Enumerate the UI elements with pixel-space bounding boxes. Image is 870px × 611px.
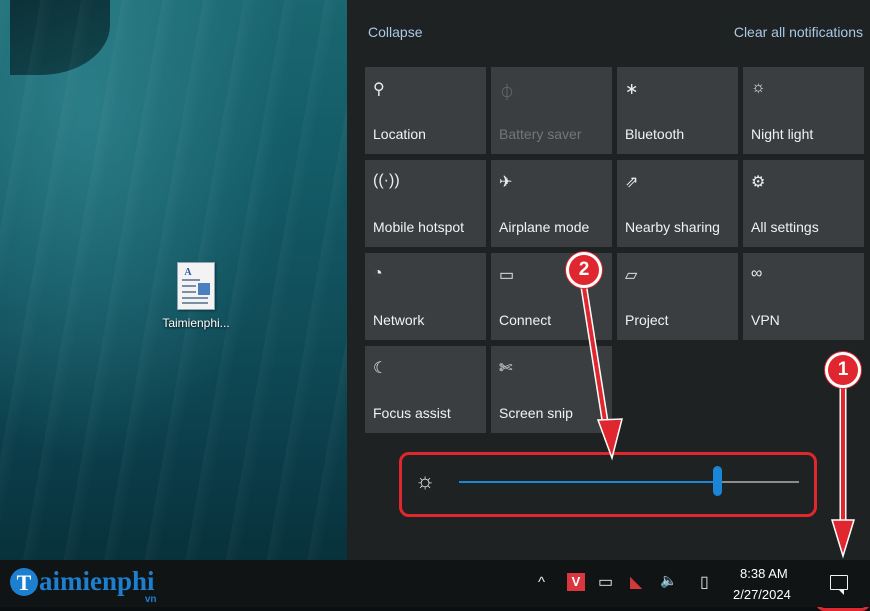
- tile-screen-snip[interactable]: ✄ Screen snip: [491, 346, 612, 433]
- tile-project[interactable]: ▱ Project: [617, 253, 738, 340]
- tile-label: Nearby sharing: [625, 219, 720, 235]
- show-hidden-icons-chevron-icon[interactable]: ^: [538, 574, 545, 591]
- bluetooth-icon: ∗: [625, 81, 639, 98]
- location-icon: ⚲: [373, 81, 385, 98]
- desktop-file-icon[interactable]: A Taimienphi...: [140, 262, 252, 330]
- tile-label: All settings: [751, 219, 819, 235]
- taskbar: Taimienphi vn ^ V ▭ ◣ 🔈 ▯ 8:38 AM 2/27/2…: [0, 560, 870, 607]
- scissors-icon: ✄: [499, 360, 513, 377]
- tray-app-icon[interactable]: ◣: [630, 572, 642, 592]
- battery-saver-icon: ⏀: [499, 85, 516, 102]
- project-icon: ▱: [625, 267, 638, 284]
- tile-mobile-hotspot[interactable]: ((·)) Mobile hotspot: [365, 160, 486, 247]
- annotation-badge-1: 1: [825, 352, 861, 388]
- gear-icon: ⚙: [751, 174, 766, 191]
- tile-bluetooth[interactable]: ∗ Bluetooth: [617, 67, 738, 154]
- tile-battery-saver[interactable]: ⏀ Battery saver: [491, 67, 612, 154]
- tile-label: VPN: [751, 312, 780, 328]
- vpn-icon: ∞: [751, 265, 763, 282]
- tile-airplane-mode[interactable]: ✈ Airplane mode: [491, 160, 612, 247]
- tile-location[interactable]: ⚲ Location: [365, 67, 486, 154]
- tile-nearby-sharing[interactable]: ⇗ Nearby sharing: [617, 160, 738, 247]
- clock-time[interactable]: 8:38 AM: [740, 566, 788, 581]
- network-icon: ◔: [373, 265, 383, 282]
- tile-label: Screen snip: [499, 405, 573, 421]
- clear-all-notifications-link[interactable]: Clear all notifications: [734, 24, 863, 40]
- taimienphi-logo: Taimienphi vn: [10, 566, 157, 605]
- volume-icon[interactable]: 🔈: [660, 572, 677, 589]
- tile-vpn[interactable]: ∞ VPN: [743, 253, 864, 340]
- tray-app-v-icon[interactable]: V: [567, 573, 585, 591]
- notification-center-button[interactable]: [818, 566, 862, 604]
- tile-label: Project: [625, 312, 669, 328]
- collapse-link[interactable]: Collapse: [368, 24, 422, 40]
- tile-label: Night light: [751, 126, 814, 142]
- desktop: A Taimienphi...: [0, 0, 347, 560]
- tile-label: Battery saver: [499, 126, 582, 142]
- network-tray-icon[interactable]: ▯: [700, 572, 709, 592]
- tile-night-light[interactable]: ☼ Night light: [743, 67, 864, 154]
- night-light-icon: ☼: [751, 79, 766, 96]
- airplane-icon: ✈: [499, 174, 513, 191]
- clock-date[interactable]: 2/27/2024: [733, 587, 791, 602]
- desktop-file-label: Taimienphi...: [162, 316, 230, 330]
- tile-label: Mobile hotspot: [373, 219, 465, 235]
- tile-label: Connect: [499, 312, 552, 328]
- tile-label: Network: [373, 312, 425, 328]
- brightness-highlight-box: [399, 452, 817, 517]
- nearby-sharing-icon: ⇗: [625, 174, 639, 191]
- connect-icon: ▭: [499, 267, 515, 284]
- tile-network[interactable]: ◔ Network: [365, 253, 486, 340]
- moon-icon: ☾: [373, 360, 388, 377]
- tile-label: Bluetooth: [625, 126, 685, 142]
- tile-label: Location: [373, 126, 426, 142]
- tile-focus-assist[interactable]: ☾ Focus assist: [365, 346, 486, 433]
- annotation-badge-2: 2: [566, 252, 602, 288]
- battery-icon[interactable]: ▭: [598, 572, 613, 592]
- mobile-hotspot-icon: ((·)): [373, 172, 400, 189]
- notification-icon: [830, 575, 848, 595]
- tile-label: Airplane mode: [499, 219, 590, 235]
- document-icon: A: [177, 262, 215, 310]
- tile-all-settings[interactable]: ⚙ All settings: [743, 160, 864, 247]
- tile-label: Focus assist: [373, 405, 451, 421]
